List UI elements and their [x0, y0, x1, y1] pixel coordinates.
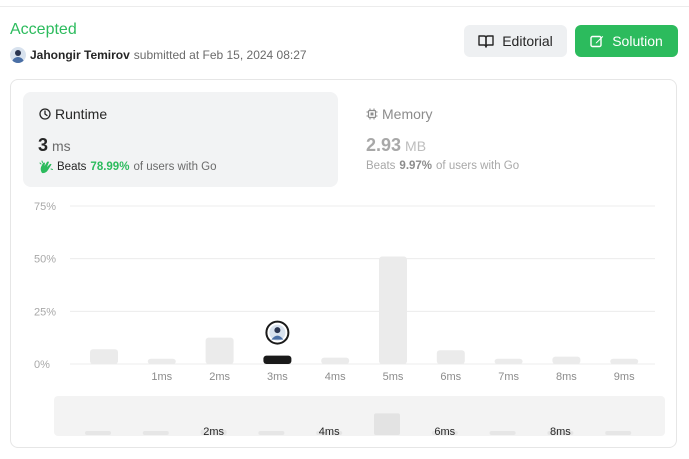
chart-bar[interactable]: [436, 350, 465, 364]
runtime-distribution-chart: 75% 50% 25% 0% 1ms 2ms 3ms 4ms 5ms 6ms 7ms 8ms 9ms 2m…: [34, 201, 665, 438]
y-tick-label: 50%: [34, 254, 56, 266]
x-tick-label: 4ms: [325, 371, 346, 383]
chart-bar-selected[interactable]: [263, 355, 292, 364]
chart-bar[interactable]: [205, 337, 234, 364]
chart-bar[interactable]: [321, 357, 350, 364]
chart-bar[interactable]: [90, 349, 118, 364]
minimap-bar: [85, 431, 111, 435]
x-tick-label: 3ms: [267, 371, 288, 383]
chart-range-selector[interactable]: [54, 396, 665, 436]
chart-bar[interactable]: [610, 358, 639, 364]
x-tick-label: 6ms: [440, 371, 461, 383]
x-tick-label: 9ms: [614, 371, 635, 383]
x-tick-label: 7ms: [498, 371, 519, 383]
y-tick-label: 25%: [34, 306, 56, 318]
minimap-tick-label: 4ms: [319, 426, 340, 438]
minimap-tick-label: 8ms: [550, 426, 571, 438]
chart-bar[interactable]: [494, 358, 523, 364]
minimap-bar: [605, 431, 632, 435]
x-tick-label: 5ms: [383, 371, 404, 383]
minimap-bar: [142, 431, 169, 435]
minimap-bar: [374, 413, 400, 435]
y-tick-label: 75%: [34, 201, 56, 213]
minimap-tick-label: 2ms: [203, 426, 224, 438]
y-tick-label: 0%: [34, 359, 50, 371]
minimap-tick-label: 6ms: [434, 426, 455, 438]
x-tick-label: 1ms: [151, 371, 172, 383]
chart-bar[interactable]: [379, 256, 407, 364]
x-tick-label: 8ms: [556, 371, 577, 383]
chart-bar[interactable]: [552, 356, 581, 364]
avatar-head: [274, 327, 281, 334]
minimap-bar: [258, 431, 285, 435]
minimap-bar: [489, 431, 516, 435]
chart-bar[interactable]: [147, 358, 176, 364]
x-tick-label: 2ms: [209, 371, 230, 383]
